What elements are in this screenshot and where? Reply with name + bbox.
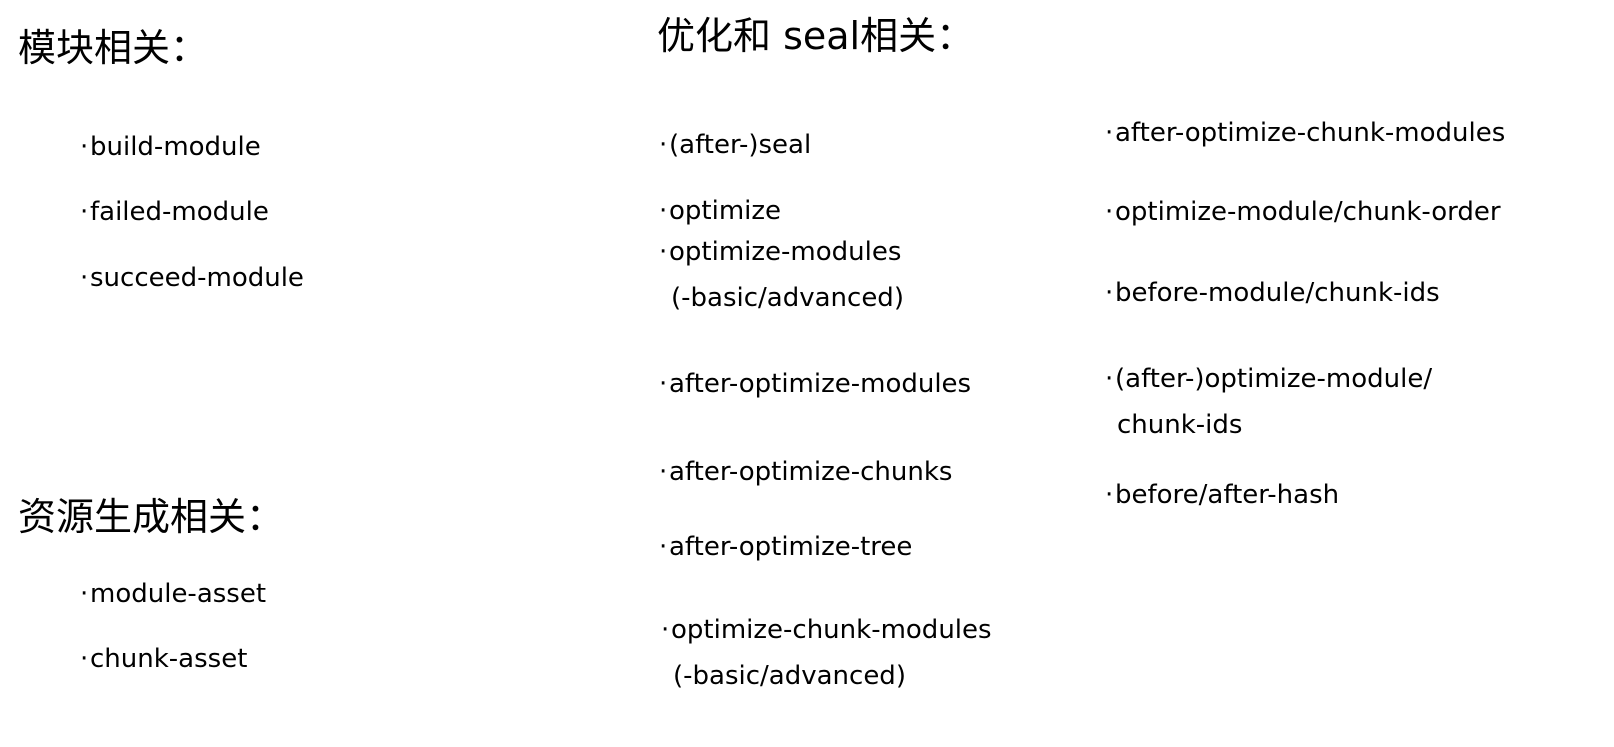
list-item: ·after-optimize-chunk-modules: [1105, 110, 1505, 156]
list-item: ·(after-)seal: [659, 122, 811, 168]
item-text-continuation: (-basic/advanced): [671, 283, 904, 313]
bullet: ·: [659, 369, 668, 399]
list-item: ·module-asset: [80, 571, 266, 617]
item-text: optimize-modules: [669, 237, 902, 267]
item-text: chunk-asset: [90, 644, 248, 674]
asset-section-heading: 资源生成相关：: [18, 495, 285, 539]
item-text: before/after-hash: [1115, 480, 1340, 510]
list-item: ·optimize-chunk-modules (-basic/advanced…: [661, 607, 992, 699]
optimize-section-heading: 优化和 seal相关：: [657, 14, 975, 58]
item-text: after-optimize-modules: [669, 369, 972, 399]
bullet: ·: [1105, 118, 1114, 148]
bullet: ·: [80, 263, 89, 293]
item-text-continuation: (-basic/advanced): [673, 661, 906, 691]
item-text: optimize: [669, 196, 782, 226]
bullet: ·: [1105, 480, 1114, 510]
bullet: ·: [1105, 364, 1114, 394]
bullet: ·: [661, 615, 670, 645]
list-item: ·after-optimize-chunks: [659, 449, 952, 495]
bullet: ·: [659, 532, 668, 562]
item-text: failed-module: [90, 197, 269, 227]
list-item: ·(after-)optimize-module/ chunk-ids: [1105, 356, 1432, 448]
item-text-continuation: chunk-ids: [1117, 410, 1243, 440]
item-text: before-module/chunk-ids: [1115, 278, 1440, 308]
bullet: ·: [80, 197, 89, 227]
bullet: ·: [1105, 278, 1114, 308]
bullet: ·: [80, 579, 89, 609]
item-text: module-asset: [90, 579, 267, 609]
bullet: ·: [659, 237, 668, 267]
list-item: ·before/after-hash: [1105, 472, 1339, 518]
list-item: ·succeed-module: [80, 255, 304, 301]
list-item: ·optimize-modules (-basic/advanced): [659, 229, 904, 321]
module-section-heading: 模块相关：: [18, 26, 209, 70]
bullet: ·: [659, 457, 668, 487]
bullet: ·: [80, 132, 89, 162]
item-text: succeed-module: [90, 263, 304, 293]
item-text: after-optimize-tree: [669, 532, 913, 562]
bullet: ·: [80, 644, 89, 674]
item-text: (after-)optimize-module/: [1115, 364, 1433, 394]
list-item: ·before-module/chunk-ids: [1105, 270, 1440, 316]
bullet: ·: [659, 196, 668, 226]
list-item: ·optimize: [659, 188, 781, 234]
bullet: ·: [659, 130, 668, 160]
item-text: build-module: [90, 132, 261, 162]
list-item: ·optimize-module/chunk-order: [1105, 189, 1501, 235]
item-text: optimize-chunk-modules: [671, 615, 992, 645]
list-item: ·chunk-asset: [80, 636, 247, 682]
item-text: (after-)seal: [669, 130, 812, 160]
list-item: ·failed-module: [80, 189, 269, 235]
list-item: ·after-optimize-modules: [659, 361, 971, 407]
item-text: after-optimize-chunk-modules: [1115, 118, 1506, 148]
item-text: optimize-module/chunk-order: [1115, 197, 1501, 227]
list-item: ·after-optimize-tree: [659, 524, 912, 570]
bullet: ·: [1105, 197, 1114, 227]
list-item: ·build-module: [80, 124, 261, 170]
item-text: after-optimize-chunks: [669, 457, 953, 487]
